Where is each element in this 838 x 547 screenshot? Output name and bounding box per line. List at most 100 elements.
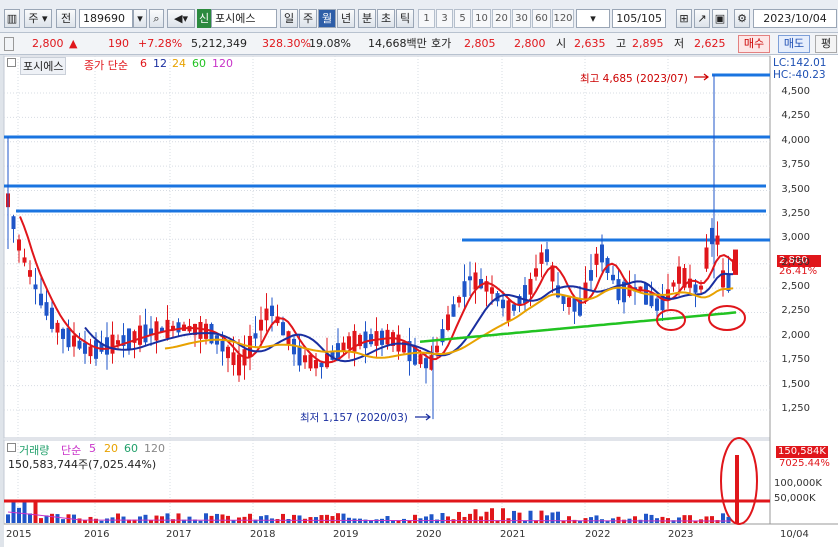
volume-bar	[567, 516, 571, 523]
volume-bar	[50, 513, 54, 523]
num-3[interactable]: 3	[436, 9, 453, 28]
candle-body	[374, 331, 379, 346]
trend-icon[interactable]: ↗	[694, 9, 710, 28]
candle-body	[297, 345, 302, 366]
search-icon[interactable]: ⌕	[149, 9, 164, 28]
candle-body	[468, 276, 472, 281]
num-60[interactable]: 60	[532, 9, 551, 28]
y-axis-tick: 4,500	[781, 86, 810, 97]
volume-bar	[545, 515, 549, 523]
collapse-box-icon[interactable]	[7, 58, 16, 67]
sound-icon[interactable]: ◀▾	[167, 9, 195, 28]
grid-icon[interactable]: ⊞	[676, 9, 692, 28]
volume-bar	[462, 516, 467, 523]
pane-title: 포시에스	[20, 57, 67, 75]
tab-year[interactable]: 년	[337, 9, 355, 28]
candle-body	[165, 319, 170, 339]
candle-body	[699, 285, 703, 290]
volume-bar	[341, 513, 346, 523]
candle-body	[61, 328, 65, 339]
volume-bar	[446, 516, 450, 523]
bid-price: 2,800	[514, 37, 546, 50]
volume-bar	[77, 518, 82, 523]
volume-value: 5,212,349	[191, 37, 247, 50]
ma12-legend: 12	[153, 57, 167, 70]
volume-bar	[55, 514, 60, 523]
volume-bar	[638, 519, 643, 523]
volume-bar	[721, 513, 725, 523]
page-counter: 105/105	[612, 9, 666, 28]
volume-bar	[220, 514, 225, 523]
sell-button[interactable]: 매도	[778, 35, 810, 53]
volume-bar	[677, 517, 681, 523]
period-dropdown[interactable]: 주 ▾	[24, 9, 52, 28]
gear-icon[interactable]: ⚙	[734, 9, 750, 28]
tab-tick[interactable]: 틱	[396, 9, 414, 28]
candle-body	[451, 304, 456, 317]
open-label: 시	[556, 37, 567, 50]
candle-body	[435, 345, 439, 353]
prev-button[interactable]: 전	[56, 9, 76, 28]
num-20[interactable]: 20	[492, 9, 511, 28]
num-5[interactable]: 5	[454, 9, 471, 28]
candle-body	[363, 331, 368, 349]
interval-input[interactable]: ▾	[576, 9, 610, 28]
y-axis-tick: 2,500	[781, 281, 810, 293]
candle-body	[50, 307, 54, 329]
date-field[interactable]: 2023/10/04	[753, 9, 837, 28]
avg-button[interactable]: 평	[815, 35, 837, 53]
image-icon[interactable]: ▣	[712, 9, 728, 28]
volume-bar	[286, 519, 291, 523]
stock-chart[interactable]	[0, 55, 838, 547]
ma120-legend: 120	[212, 57, 233, 70]
num-120[interactable]: 120	[552, 9, 574, 28]
tab-second[interactable]: 초	[377, 9, 395, 28]
tab-month[interactable]: 월	[318, 9, 336, 28]
volume-bar	[297, 515, 302, 523]
volume-bar	[660, 516, 665, 523]
volume-bar	[99, 520, 104, 523]
stock-name[interactable]: 포시에스	[211, 9, 277, 28]
volume-collapse-icon[interactable]	[7, 443, 16, 452]
volume-bar	[633, 516, 637, 523]
buy-button[interactable]: 매수	[738, 35, 770, 53]
trade-amount: 14,668백만	[368, 37, 427, 50]
candle-body	[116, 340, 120, 345]
tab-day[interactable]: 일	[280, 9, 298, 28]
candle-body	[264, 308, 269, 321]
candle-body	[259, 319, 263, 331]
stock-code-input[interactable]: 189690	[79, 9, 133, 28]
volume-bar	[330, 516, 335, 523]
candle-body	[44, 302, 49, 316]
min-arrow-icon	[415, 413, 431, 421]
candle-body	[88, 346, 93, 357]
current-price: 2,800	[32, 37, 64, 50]
checkbox[interactable]	[4, 37, 14, 51]
volume-bar	[215, 513, 219, 523]
volume-pane-frame	[3, 439, 771, 525]
up-arrow-icon: ▲	[69, 37, 78, 50]
volume-bar	[688, 515, 692, 523]
chart-icon[interactable]: ▥	[4, 9, 20, 28]
volume-bar	[149, 520, 153, 523]
candle-body	[594, 253, 599, 265]
num-30[interactable]: 30	[512, 9, 531, 28]
candle-body	[39, 293, 43, 306]
num-1[interactable]: 1	[418, 9, 435, 28]
code-dropdown-icon[interactable]: ▾	[133, 9, 147, 28]
candle-body	[567, 297, 571, 307]
candle-body	[22, 257, 27, 263]
num-10[interactable]: 10	[472, 9, 491, 28]
vol-ma5-legend: 5	[89, 442, 96, 455]
candle-body	[138, 325, 142, 345]
candle-body	[72, 335, 76, 347]
volume-bar	[479, 516, 483, 523]
tab-week[interactable]: 주	[299, 9, 317, 28]
candle-body	[704, 247, 709, 269]
volume-bar	[39, 518, 43, 523]
max-annotation: 최고 4,685 (2023/07)	[580, 73, 688, 85]
candle-body	[237, 354, 241, 376]
volume-bar	[468, 513, 472, 523]
volume-bar	[292, 514, 296, 523]
tab-minute[interactable]: 분	[358, 9, 376, 28]
